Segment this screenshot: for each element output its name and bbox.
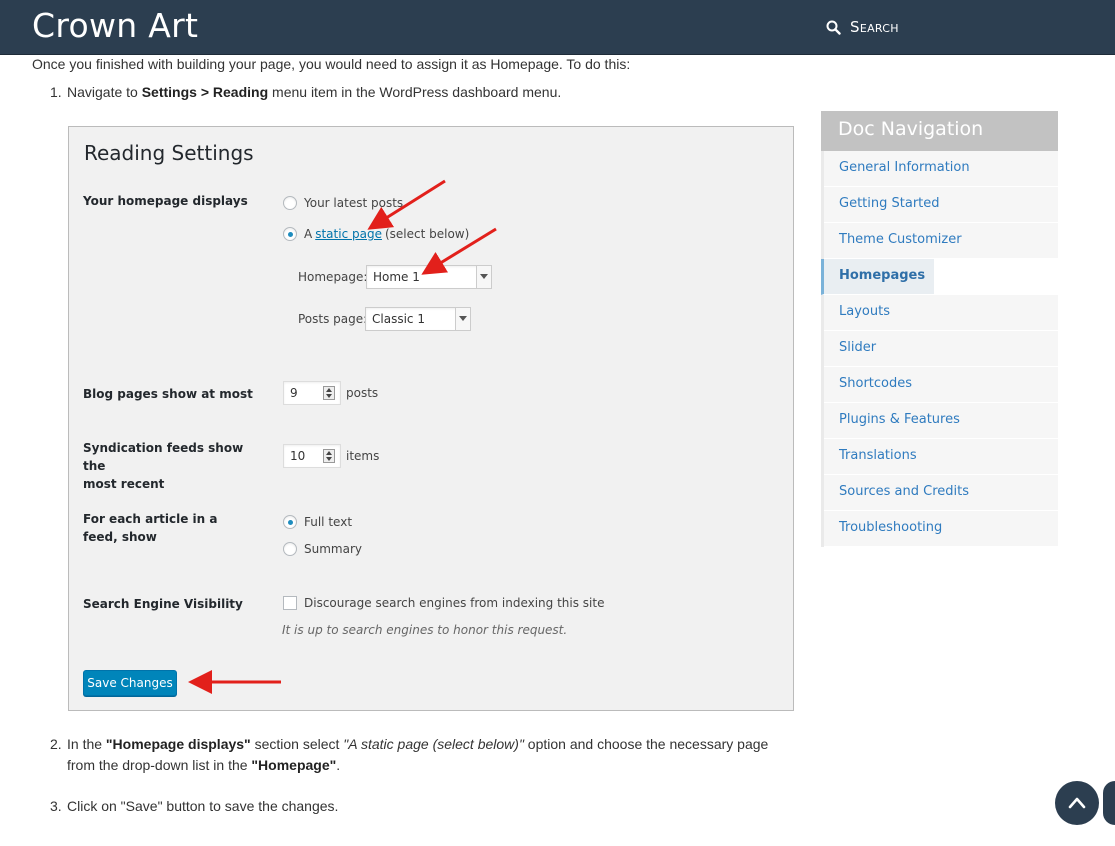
syndication-value: 10: [290, 449, 306, 463]
step-3: 3. Click on "Save" button to save the cha…: [50, 796, 339, 817]
step-number: 2.: [50, 736, 62, 752]
search-label: Search: [850, 18, 899, 36]
secondary-floating-button[interactable]: [1103, 781, 1115, 825]
stepper-icon[interactable]: [323, 449, 335, 463]
posts-page-select[interactable]: Classic 1: [365, 307, 471, 331]
reading-settings-title: Reading Settings: [84, 141, 254, 165]
doc-nav-item-homepages[interactable]: Homepages: [821, 259, 934, 295]
doc-nav-item-getting-started[interactable]: Getting Started: [824, 187, 1058, 223]
step-text: .: [336, 757, 341, 773]
doc-nav-item-troubleshooting[interactable]: Troubleshooting: [824, 511, 1058, 547]
step-text: from the drop-down list in the: [67, 757, 252, 773]
full-text-radio[interactable]: [283, 515, 297, 529]
latest-posts-option[interactable]: Your latest posts: [283, 196, 403, 210]
discourage-search-label: Discourage search engines from indexing …: [304, 596, 605, 610]
static-page-option[interactable]: A static page (select below): [283, 227, 469, 241]
step-bold-text: "Homepage": [251, 757, 337, 773]
step-bold-text: Settings > Reading: [141, 84, 269, 100]
doc-nav-item-sources-credits[interactable]: Sources and Credits: [824, 475, 1058, 511]
search-icon: [826, 20, 841, 35]
feed-article-label: For each article in a feed, show: [83, 512, 218, 544]
step-number: 1.: [50, 84, 62, 100]
scroll-to-top-button[interactable]: [1055, 781, 1099, 825]
discourage-search-option[interactable]: Discourage search engines from indexing …: [283, 596, 604, 610]
static-page-link[interactable]: static page: [315, 227, 382, 241]
static-page-radio[interactable]: [283, 227, 297, 241]
static-page-label-tail: (select below): [384, 227, 470, 241]
posts-page-select-value: Classic 1: [372, 312, 425, 326]
homepage-select-label: Homepage:: [298, 270, 368, 284]
full-text-option[interactable]: Full text: [283, 515, 352, 529]
doc-nav-item-theme-customizer[interactable]: Theme Customizer: [824, 223, 1058, 259]
doc-nav-item-layouts[interactable]: Layouts: [824, 295, 1058, 331]
doc-nav-item-general-information[interactable]: General Information: [824, 151, 1058, 187]
homepage-displays-label: Your homepage displays: [83, 194, 248, 208]
doc-navigation-title: Doc Navigation: [821, 111, 1058, 151]
site-header: Crown Art Search: [0, 0, 1115, 55]
step-text: Click on "Save" button to save the chang…: [67, 798, 339, 814]
summary-label: Summary: [304, 542, 362, 556]
chevron-up-icon: [1068, 797, 1086, 809]
summary-radio[interactable]: [283, 542, 297, 556]
syndication-unit: items: [346, 449, 380, 463]
static-page-label-a: A: [304, 227, 313, 241]
blog-pages-unit: posts: [346, 386, 379, 400]
save-changes-button[interactable]: Save Changes: [83, 670, 177, 696]
step-italic-text: "A static page (select below)": [343, 736, 524, 752]
blog-pages-value: 9: [290, 386, 298, 400]
stepper-icon[interactable]: [323, 386, 335, 400]
discourage-search-checkbox[interactable]: [283, 596, 297, 610]
intro-text: Once you finished with building your pag…: [32, 56, 631, 72]
syndication-input[interactable]: 10: [283, 444, 341, 468]
posts-page-select-label: Posts page:: [298, 312, 368, 326]
step-text: Navigate to: [67, 84, 142, 100]
doc-nav-item-shortcodes[interactable]: Shortcodes: [824, 367, 1058, 403]
summary-option[interactable]: Summary: [283, 542, 362, 556]
doc-nav-item-translations[interactable]: Translations: [824, 439, 1058, 475]
doc-nav-item-plugins-features[interactable]: Plugins & Features: [824, 403, 1058, 439]
reading-settings-screenshot: Reading Settings Your homepage displays …: [68, 126, 794, 711]
step-text: section select: [250, 736, 344, 752]
latest-posts-label: Your latest posts: [304, 196, 404, 210]
site-logo[interactable]: Crown Art: [32, 6, 198, 45]
step-text: menu item in the WordPress dashboard men…: [268, 84, 562, 100]
chevron-down-icon: [455, 308, 470, 330]
step-text: In the: [67, 736, 106, 752]
syndication-label-line1: Syndication feeds show the: [83, 441, 244, 473]
step-number: 3.: [50, 798, 62, 814]
search-visibility-label: Search Engine Visibility: [83, 597, 243, 611]
homepage-select[interactable]: Home 1: [366, 265, 492, 289]
doc-navigation-list: General Information Getting Started Them…: [821, 151, 1058, 547]
search-visibility-hint: It is up to search engines to honor this…: [282, 623, 568, 637]
doc-navigation: Doc Navigation General Information Getti…: [821, 111, 1058, 547]
blog-pages-input[interactable]: 9: [283, 381, 341, 405]
step-1: 1. Navigate to Settings > Reading menu it…: [50, 82, 562, 103]
syndication-label-line2: most recent: [83, 477, 165, 491]
blog-pages-label: Blog pages show at most: [83, 387, 253, 401]
step-2: 2. In the "Homepage displays" section sel…: [50, 734, 797, 776]
syndication-label: Syndication feeds show the most recent: [83, 439, 253, 493]
doc-nav-item-slider[interactable]: Slider: [824, 331, 1058, 367]
chevron-down-icon: [476, 266, 491, 288]
step-bold-text: "Homepage displays": [105, 736, 251, 752]
latest-posts-radio[interactable]: [283, 196, 297, 210]
homepage-select-value: Home 1: [373, 270, 420, 284]
full-text-label: Full text: [304, 515, 353, 529]
search-button[interactable]: Search: [826, 17, 899, 37]
step-text: option and choose the necessary page: [523, 736, 769, 752]
